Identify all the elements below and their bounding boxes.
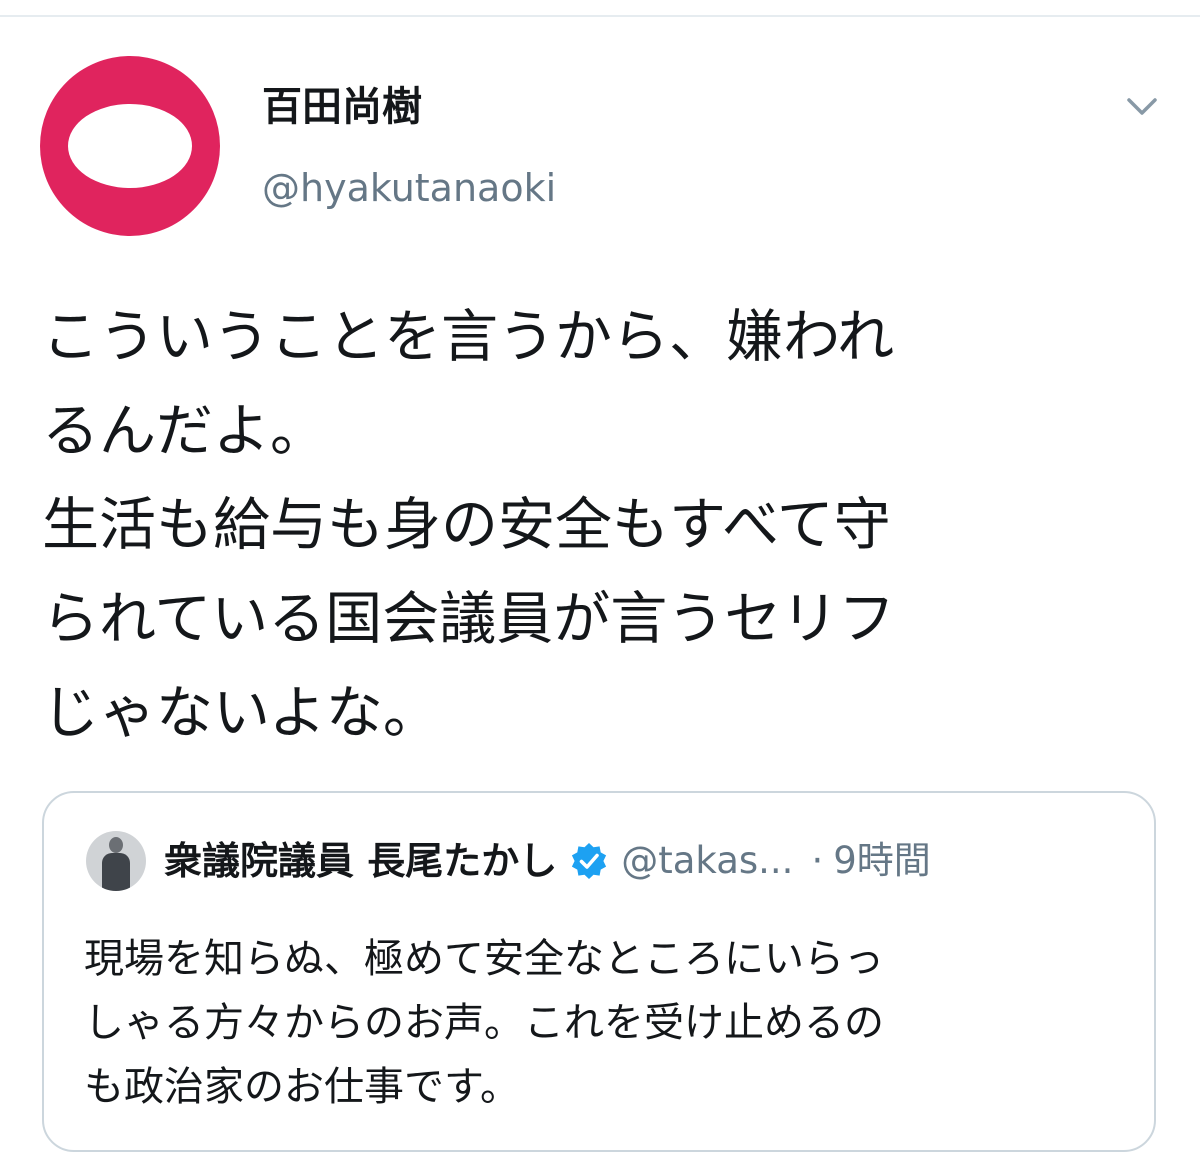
author-avatar[interactable] [40, 56, 220, 236]
verified-badge-icon [572, 843, 607, 879]
quoted-tweet-time[interactable]: 9時間 [833, 836, 931, 886]
quoted-tweet-card[interactable]: 衆議院議員 長尾たかし @takas... · 9時間 現場を知らぬ、極めて安全… [42, 791, 1156, 1152]
top-divider [0, 15, 1200, 17]
header-separator: · [811, 839, 824, 882]
tweet-text: こういうことを言うから、嫌われ るんだよ。 生活も給与も身の安全もすべて守 られ… [42, 304, 896, 746]
egg-avatar-icon [68, 104, 192, 188]
quoted-tweet-header: 衆議院議員 長尾たかし @takas... · 9時間 [164, 835, 931, 887]
quoted-tweet-text: 現場を知らぬ、極めて安全なところにいらっ しゃる方々からのお声。これを受け止める… [84, 936, 884, 1110]
author-display-name[interactable]: 百田尚樹 [262, 82, 422, 132]
author-handle[interactable]: @hyakutanaoki [262, 164, 556, 212]
quoted-author-name[interactable]: 衆議院議員 長尾たかし [164, 836, 557, 886]
chevron-down-icon[interactable] [1122, 86, 1162, 126]
quoted-author-handle[interactable]: @takas... [621, 836, 793, 886]
quoted-author-avatar[interactable] [86, 831, 146, 891]
